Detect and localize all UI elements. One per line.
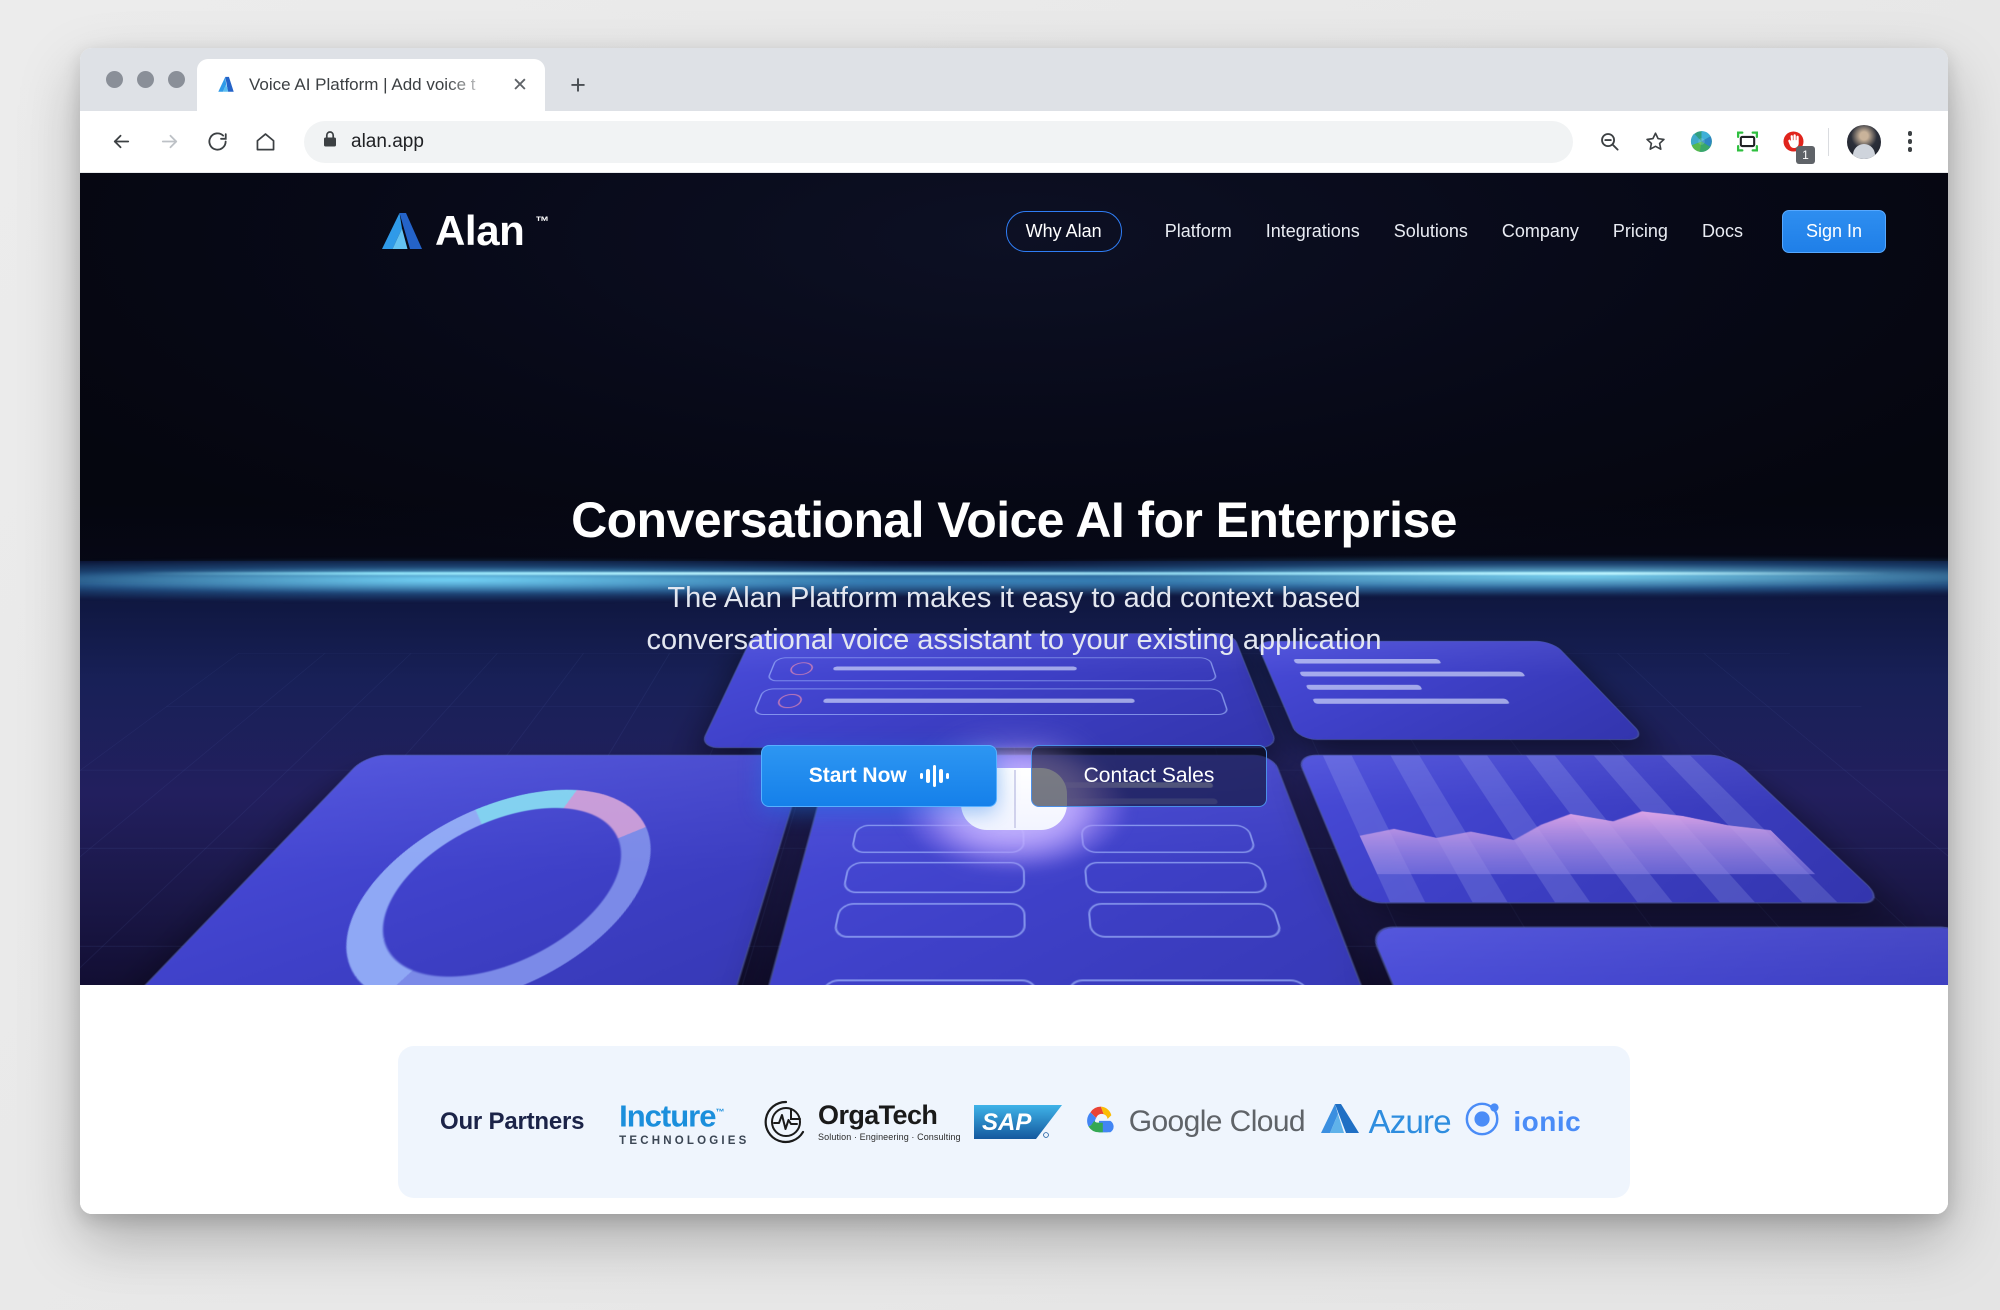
nav-links: Why Alan Platform Integrations Solutions… [1005, 209, 1886, 253]
toolbar-divider [1828, 127, 1829, 156]
voice-waveform-icon [919, 764, 950, 788]
sign-in-button[interactable]: Sign In [1781, 209, 1886, 253]
nav-item-why-alan[interactable]: Why Alan [1005, 210, 1122, 252]
partner-logo-azure[interactable]: Azure [1319, 1102, 1452, 1141]
contact-sales-button[interactable]: Contact Sales [1031, 745, 1267, 807]
url-text: alan.app [351, 130, 424, 152]
partners-label: Our Partners [440, 1108, 585, 1135]
star-icon[interactable] [1635, 122, 1675, 162]
minimize-window-button[interactable] [137, 71, 154, 88]
google-wordmark: Google [1128, 1104, 1223, 1138]
orgatech-logo-mark [763, 1099, 809, 1145]
close-window-button[interactable] [106, 71, 123, 88]
sap-wordmark: SAP [982, 1109, 1032, 1136]
partner-logo-list: Incture™ TECHNOLOGIES OrgaTech Solution … [584, 1097, 1588, 1147]
nav-item-solutions[interactable]: Solutions [1377, 213, 1485, 250]
partner-logo-ionic[interactable]: ionic [1464, 1100, 1581, 1143]
nav-item-company[interactable]: Company [1485, 213, 1596, 250]
cloud-wordmark: Cloud [1229, 1104, 1306, 1138]
ionic-logo-mark [1464, 1100, 1502, 1143]
google-cloud-logo-mark [1080, 1100, 1118, 1143]
browser-window: Voice AI Platform | Add voice t ✕ + alan… [80, 48, 1948, 1214]
home-button[interactable] [244, 121, 286, 163]
lock-icon [322, 130, 338, 153]
orgatech-tagline: Solution · Engineering · Consulting [818, 1131, 961, 1142]
adblock-badge: 1 [1796, 145, 1815, 164]
browser-tab-strip: Voice AI Platform | Add voice t ✕ + [80, 48, 1948, 111]
alan-logo[interactable]: Alan ™ [380, 207, 550, 254]
site-navigation: Alan ™ Why Alan Platform Integrations So… [80, 173, 1948, 289]
azure-wordmark: Azure [1368, 1102, 1452, 1140]
browser-toolbar: alan.app 1 [80, 111, 1948, 173]
hero-subtitle: The Alan Platform makes it easy to add c… [646, 582, 1382, 656]
start-now-label: Start Now [808, 764, 907, 787]
browser-tab[interactable]: Voice AI Platform | Add voice t ✕ [197, 59, 545, 111]
alan-logo-mark [380, 211, 424, 251]
browser-tab-title: Voice AI Platform | Add voice t [249, 75, 476, 94]
address-bar[interactable]: alan.app [304, 120, 1573, 163]
reload-button[interactable] [196, 121, 238, 163]
start-now-button[interactable]: Start Now [761, 745, 997, 807]
incture-wordmark: Incture [619, 1098, 716, 1134]
maximize-window-button[interactable] [168, 71, 185, 88]
close-tab-button[interactable]: ✕ [507, 72, 533, 98]
hero-copy: Conversational Voice AI for Enterprise T… [80, 491, 1948, 661]
hero-section: Alan ™ Why Alan Platform Integrations So… [80, 173, 1948, 985]
ionic-wordmark: ionic [1513, 1105, 1582, 1137]
forward-button[interactable] [148, 121, 190, 163]
incture-tm: ™ [715, 1107, 724, 1118]
partners-section: Our Partners Incture™ TECHNOLOGIES OrgaT… [80, 985, 1948, 1214]
partners-panel: Our Partners Incture™ TECHNOLOGIES OrgaT… [398, 1046, 1630, 1198]
incture-subtitle: TECHNOLOGIES [619, 1134, 750, 1147]
azure-logo-mark [1319, 1102, 1361, 1141]
alan-favicon [215, 74, 237, 96]
nav-item-pricing[interactable]: Pricing [1596, 213, 1685, 250]
screenshot-capture-icon[interactable] [1727, 122, 1767, 162]
orgatech-wordmark: OrgaTech [818, 1099, 938, 1130]
partner-logo-incture[interactable]: Incture™ TECHNOLOGIES [619, 1097, 750, 1147]
partner-logo-sap[interactable]: SAP [974, 1099, 1066, 1145]
page-title: Conversational Voice AI for Enterprise [571, 492, 1457, 548]
nav-item-integrations[interactable]: Integrations [1249, 213, 1377, 250]
partner-logo-google-cloud[interactable]: Google Cloud [1080, 1100, 1306, 1143]
trademark-symbol: ™ [535, 213, 550, 229]
alan-logo-text: Alan [435, 207, 525, 254]
three-dot-menu-icon[interactable] [1890, 122, 1930, 162]
zoom-out-icon[interactable] [1589, 122, 1629, 162]
nav-item-platform[interactable]: Platform [1148, 213, 1249, 250]
page-viewport: Alan ™ Why Alan Platform Integrations So… [80, 173, 1948, 1214]
aperture-extension-icon[interactable] [1681, 122, 1721, 162]
profile-avatar[interactable] [1844, 122, 1884, 162]
partner-logo-orgatech[interactable]: OrgaTech Solution · Engineering · Consul… [763, 1099, 961, 1145]
back-button[interactable] [100, 121, 142, 163]
adblock-extension-icon[interactable]: 1 [1773, 122, 1815, 164]
nav-item-docs[interactable]: Docs [1685, 213, 1760, 250]
window-traffic-lights [98, 48, 197, 111]
new-tab-button[interactable]: + [557, 64, 599, 106]
hero-cta-row: Start Now Contact Sales [80, 745, 1948, 807]
